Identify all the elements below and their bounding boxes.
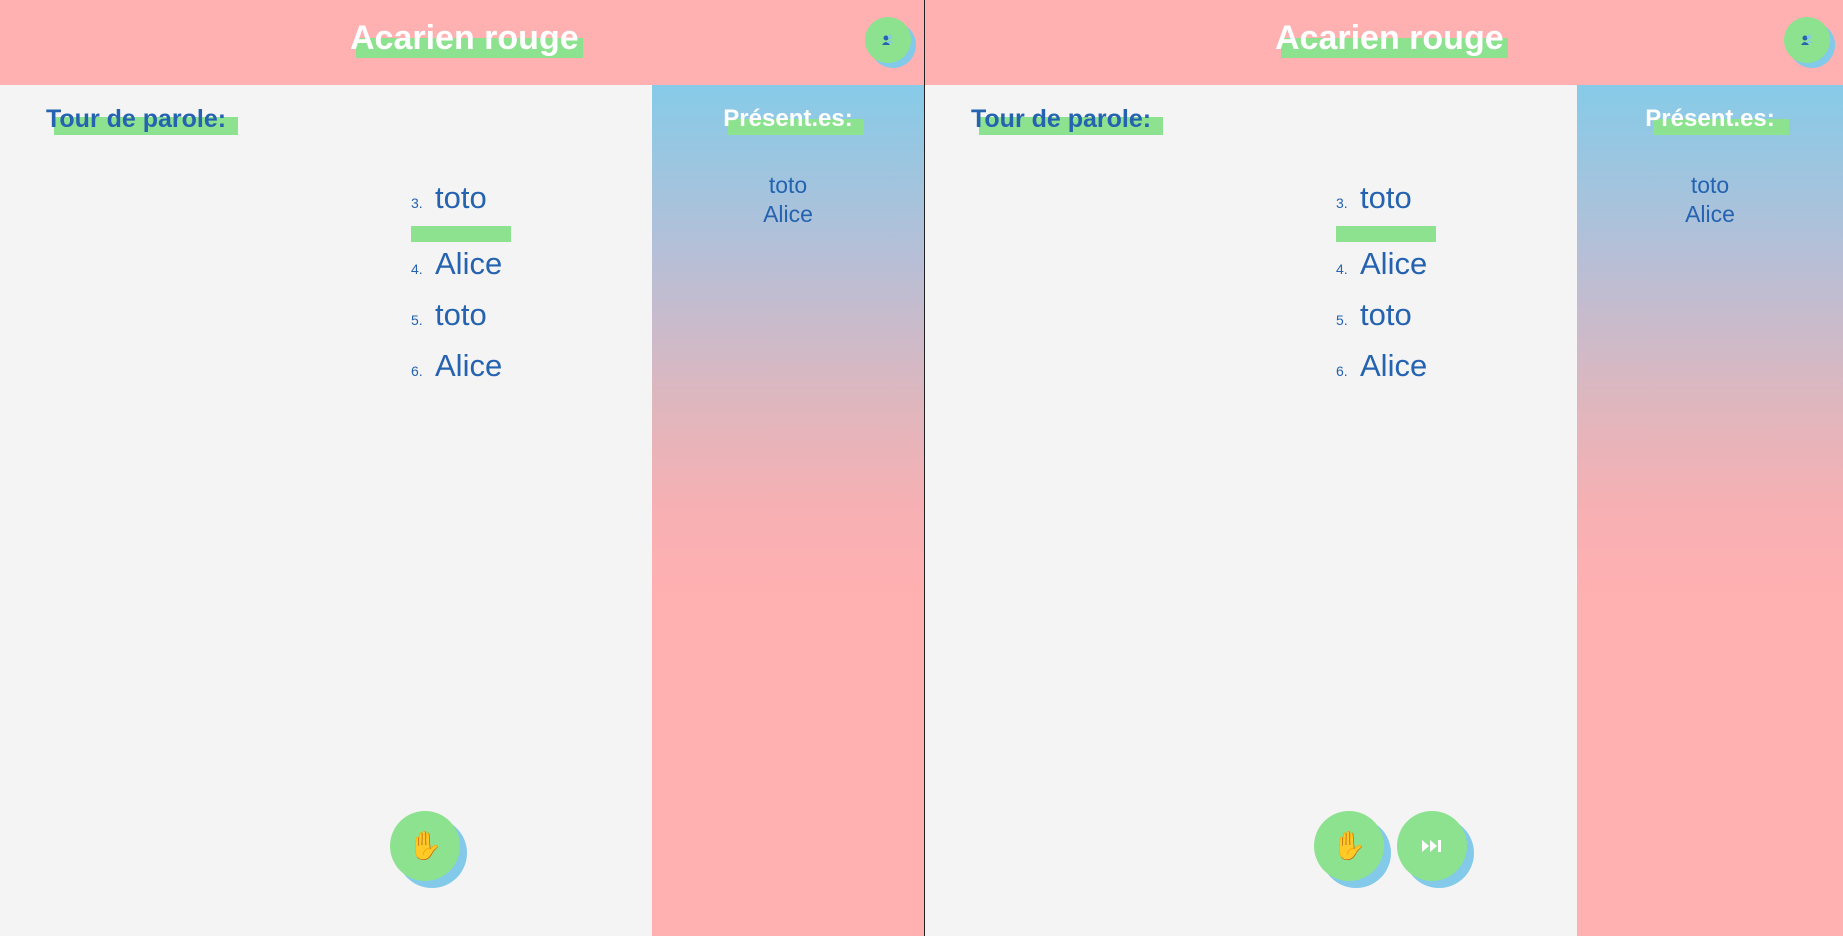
current-speaker-bar xyxy=(411,226,511,242)
queue-item: 4. Alice xyxy=(1336,246,1428,281)
present-sidebar: Présent.es: toto Alice xyxy=(652,85,924,936)
present-title: Présent.es: xyxy=(652,104,924,135)
room-title: Acarien rouge xyxy=(350,18,583,60)
present-list: toto Alice xyxy=(1577,171,1843,229)
participants-icon xyxy=(1784,17,1830,63)
present-person: toto xyxy=(1690,172,1730,198)
current-speaker-bar xyxy=(1336,226,1436,242)
present-list: toto Alice xyxy=(652,171,924,229)
present-person: toto xyxy=(768,172,808,198)
speaking-queue: 3. toto 4. Alice 5. toto 6. Alice xyxy=(1336,180,1436,399)
next-icon xyxy=(1397,811,1467,881)
speaking-order-title: Tour de parole: xyxy=(971,104,1163,135)
queue-item: 4. Alice xyxy=(411,246,503,281)
queue-item-current: 3. toto xyxy=(411,180,511,246)
split-view: Acarien rouge Tour de parole: 3. toto 4.… xyxy=(0,0,1843,936)
speaking-queue: 3. toto 4. Alice 5. toto 6. Alice xyxy=(411,180,511,399)
present-sidebar: Présent.es: toto Alice xyxy=(1577,85,1843,936)
present-title: Présent.es: xyxy=(1577,104,1843,135)
raise-hand-icon: ✋ xyxy=(1314,811,1384,881)
raise-hand-icon: ✋ xyxy=(390,811,460,881)
header: Acarien rouge xyxy=(925,0,1843,85)
queue-item: 5. toto xyxy=(1336,297,1412,332)
queue-item: 5. toto xyxy=(411,297,487,332)
right-pane: Acarien rouge Tour de parole: 3. toto 4.… xyxy=(925,0,1843,936)
present-person: Alice xyxy=(1685,201,1735,227)
queue-item-current: 3. toto xyxy=(1336,180,1436,246)
participants-icon xyxy=(865,17,911,63)
room-title-text: Acarien rouge xyxy=(1275,19,1504,57)
left-pane: Acarien rouge Tour de parole: 3. toto 4.… xyxy=(0,0,924,936)
speaking-order-title: Tour de parole: xyxy=(46,104,238,135)
header: Acarien rouge xyxy=(0,0,924,85)
room-title-text: Acarien rouge xyxy=(350,19,579,57)
present-person: Alice xyxy=(763,201,813,227)
room-title: Acarien rouge xyxy=(1275,18,1508,60)
queue-item: 6. Alice xyxy=(1336,348,1428,383)
queue-item: 6. Alice xyxy=(411,348,503,383)
